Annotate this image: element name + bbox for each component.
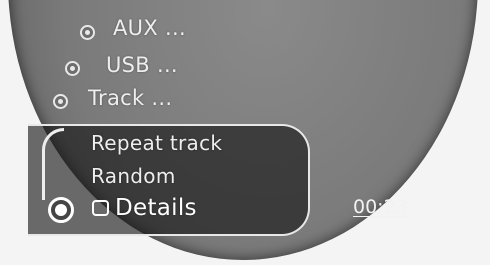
checkbox-icon[interactable] bbox=[92, 200, 109, 216]
submenu-item-label: Details bbox=[115, 195, 197, 221]
radio-dot-icon bbox=[80, 25, 95, 40]
radio-dot-icon bbox=[65, 61, 80, 76]
selection-bracket bbox=[42, 128, 64, 200]
menu-item-label: AUX ... bbox=[113, 16, 186, 40]
menu-item-label: USB ... bbox=[106, 53, 178, 77]
idrive-screen: AUX ... USB ... Track ... Repeat track R… bbox=[0, 0, 490, 265]
controller-knob-icon bbox=[48, 197, 74, 223]
menu-item-label: Track ... bbox=[88, 86, 173, 110]
radio-dot-icon bbox=[53, 94, 68, 109]
submenu-item-label: Random bbox=[91, 164, 176, 188]
elapsed-time: 00:23 bbox=[353, 196, 408, 218]
submenu-item-label: Repeat track bbox=[91, 131, 223, 155]
